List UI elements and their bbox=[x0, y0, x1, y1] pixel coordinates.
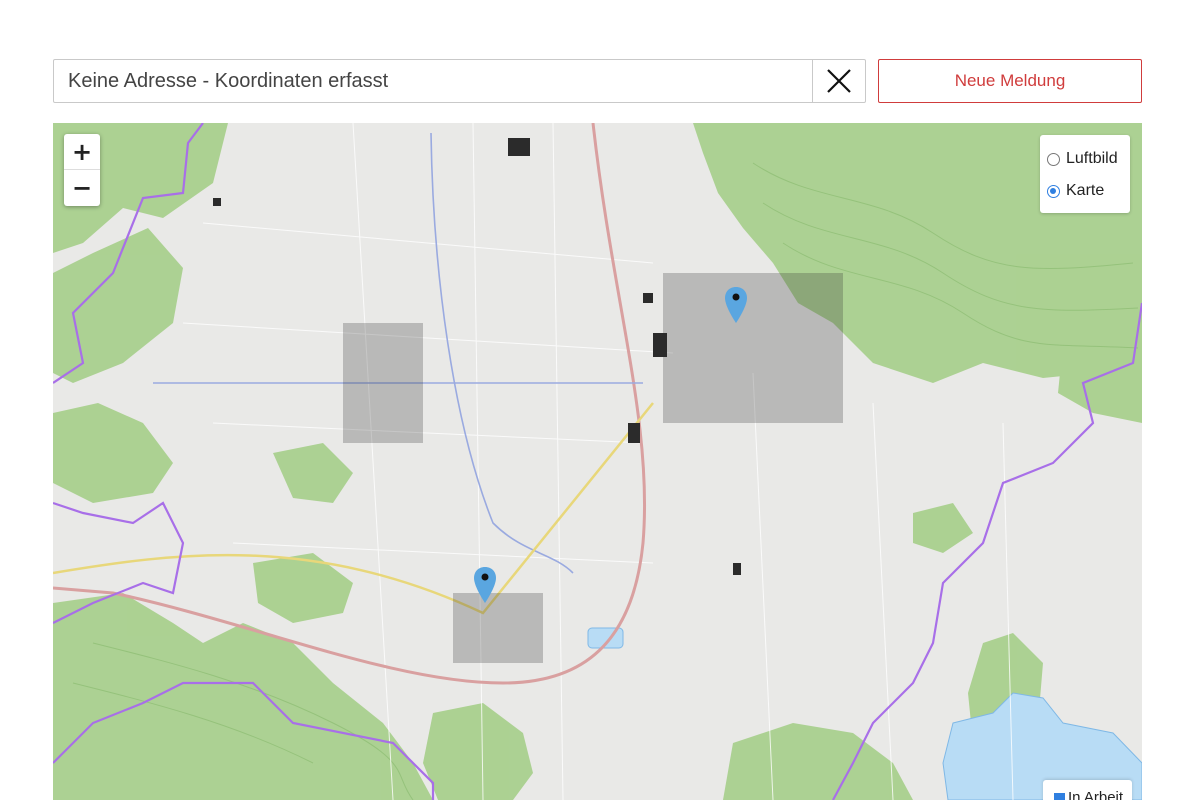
zoom-in-button[interactable]: + bbox=[64, 134, 100, 170]
close-icon bbox=[827, 69, 851, 93]
map-legend: In Arbeit bbox=[1043, 780, 1132, 800]
layer-switcher: Luftbild Karte bbox=[1040, 135, 1130, 213]
map-tiles bbox=[53, 123, 1142, 800]
zoom-out-button[interactable]: − bbox=[64, 170, 100, 206]
layer-option-luftbild[interactable]: Luftbild bbox=[1047, 143, 1130, 175]
legend-swatch bbox=[1054, 793, 1065, 800]
radio-checked-icon bbox=[1047, 184, 1060, 198]
radio-icon bbox=[1047, 152, 1060, 166]
map-view[interactable]: + − Luftbild Karte In Arbeit bbox=[53, 123, 1142, 800]
new-report-button[interactable]: Neue Meldung bbox=[878, 59, 1142, 103]
address-input[interactable] bbox=[54, 60, 814, 102]
legend-label: In Arbeit bbox=[1068, 789, 1124, 800]
layer-option-karte[interactable]: Karte bbox=[1047, 175, 1130, 207]
layer-label: Karte bbox=[1066, 182, 1105, 199]
clear-button[interactable] bbox=[812, 60, 865, 102]
map-marker-icon[interactable] bbox=[473, 566, 497, 604]
search-field bbox=[53, 59, 866, 103]
zoom-control: + − bbox=[64, 134, 100, 206]
map-marker-icon[interactable] bbox=[724, 286, 748, 324]
layer-label: Luftbild bbox=[1066, 150, 1118, 167]
